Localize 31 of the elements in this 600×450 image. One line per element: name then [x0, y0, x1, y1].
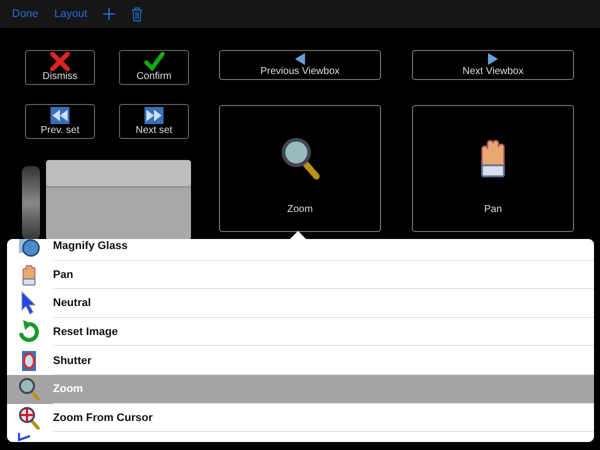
menu-item-label: Reset Image — [53, 326, 118, 338]
next-viewbox-button[interactable]: Next Viewbox — [412, 50, 574, 80]
menu-item-label: Zoom — [53, 383, 83, 396]
menu-item-label: Zoom From Cursor — [53, 412, 153, 424]
rewind-icon — [49, 106, 71, 125]
add-icon[interactable] — [103, 8, 116, 20]
cross-icon — [49, 52, 71, 71]
menu-item-label: Neutral — [53, 297, 91, 310]
prev-set-button[interactable]: Prev. set — [25, 104, 95, 139]
magnifier-crosshair-icon — [17, 406, 41, 430]
menu-item-label: Pan — [53, 268, 74, 281]
layout-button[interactable]: Layout — [54, 8, 88, 20]
left-arrow-icon — [294, 53, 306, 65]
menu-item[interactable]: Magnify Glass — [7, 239, 594, 261]
fast-forward-icon — [143, 106, 165, 125]
pan-tool-tile[interactable]: Pan — [412, 105, 574, 232]
right-arrow-icon — [487, 53, 499, 65]
angle-icon — [17, 433, 31, 442]
magnifier-icon — [17, 377, 41, 402]
next-set-button[interactable]: Next set — [119, 104, 189, 139]
menu-item-label: Magnify Glass — [53, 240, 128, 252]
menu-item-label: Shutter — [53, 354, 92, 367]
globe-icon — [17, 239, 41, 258]
previous-viewbox-button[interactable]: Previous Viewbox — [219, 50, 381, 80]
trash-icon[interactable] — [131, 6, 144, 22]
circular-arrow-icon — [17, 320, 41, 344]
checkmark-icon — [143, 52, 165, 71]
zoom-tool-tile[interactable]: Zoom — [219, 105, 381, 232]
dismiss-button[interactable]: Dismiss — [25, 50, 95, 85]
confirm-button[interactable]: Confirm — [119, 50, 189, 85]
done-button[interactable]: Done — [12, 8, 38, 20]
